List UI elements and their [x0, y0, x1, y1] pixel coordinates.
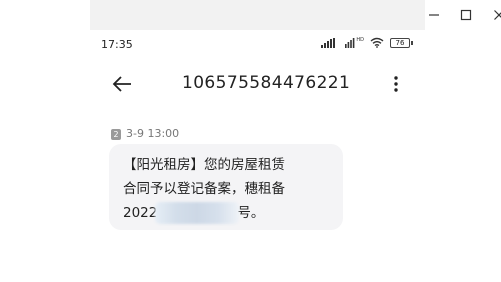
message-line-3: 2022 号。: [123, 201, 329, 225]
battery-indicator: 76: [390, 37, 413, 48]
battery-level: 76: [390, 37, 410, 48]
close-button[interactable]: [488, 4, 501, 26]
minimize-button[interactable]: [423, 4, 445, 26]
right-margin: [425, 0, 501, 282]
wifi-icon: [370, 37, 384, 48]
back-button[interactable]: [110, 72, 134, 96]
redacted-region: [155, 202, 240, 224]
close-icon: [494, 10, 501, 20]
left-margin: [0, 0, 90, 282]
status-icons: HD 76: [321, 37, 413, 48]
signal-2-icon: [345, 37, 355, 48]
maximize-icon: [460, 9, 472, 21]
back-arrow-icon: [112, 76, 131, 92]
more-vertical-icon: [394, 76, 398, 92]
message-timestamp: 3-9 13:00: [126, 127, 180, 140]
status-time: 17:35: [101, 38, 133, 51]
battery-tip: [411, 40, 413, 45]
conversation-title: 106575584476221: [182, 73, 351, 93]
more-options-button[interactable]: [386, 72, 406, 96]
signal-hd-group: HD: [345, 36, 364, 48]
sim-slot-badge: 2: [111, 129, 121, 140]
message-line-3-prefix: 2022: [123, 205, 158, 221]
hd-label: HD: [356, 36, 364, 43]
maximize-button[interactable]: [455, 4, 477, 26]
message-line: 合同予以登记备案，穗租备: [123, 181, 285, 197]
message-line: 【阳光租房】您的房屋租赁: [123, 157, 285, 173]
page: 17:35 HD 76 106575584476221 2 3-9 13:00 …: [0, 0, 501, 282]
message-bubble[interactable]: 【阳光租房】您的房屋租赁 合同予以登记备案，穗租备 2022 号。: [109, 144, 343, 230]
phone-screen: 17:35 HD 76 106575584476221 2 3-9 13:00 …: [90, 30, 425, 282]
message-line-3-suffix: 号。: [237, 205, 265, 221]
minimize-icon: [429, 14, 439, 16]
signal-icon: [321, 37, 336, 48]
window-titlebar: [90, 0, 501, 30]
